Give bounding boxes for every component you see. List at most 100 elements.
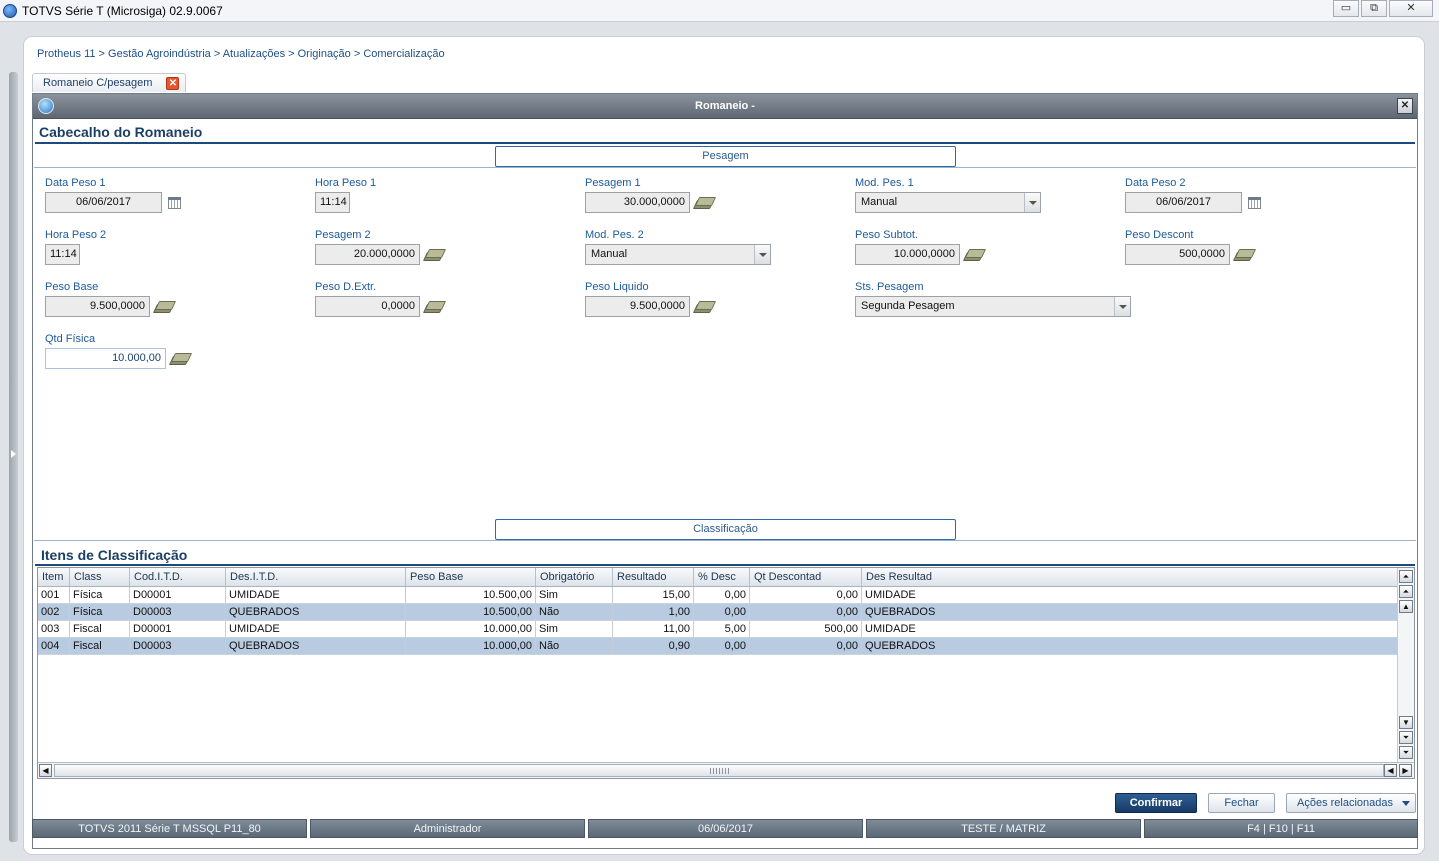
field-qtd-fisica: Qtd Física 10.000,00 — [45, 333, 188, 369]
vertical-scrollbar[interactable]: ⏶ ⏶ ▲ ▼ ⏷ ⏷ — [1397, 568, 1414, 762]
group-tab-pesagem[interactable]: Pesagem — [495, 146, 956, 167]
chevron-down-icon[interactable] — [1024, 193, 1040, 212]
calendar-icon[interactable] — [1248, 196, 1261, 209]
calendar-icon[interactable] — [168, 196, 181, 209]
caret-down-icon — [1402, 801, 1410, 806]
table-row[interactable]: 004 Fiscal D00003 QUEBRADOS 10.000,00 Nã… — [38, 638, 1414, 655]
grid-header: Item Class Cod.I.T.D. Des.I.T.D. Peso Ba… — [38, 568, 1414, 587]
related-actions-label: Ações relacionadas — [1297, 797, 1394, 809]
cell-resultado: 11,00 — [613, 621, 694, 637]
column-header[interactable]: Des.I.T.D. — [226, 568, 406, 586]
money-icon[interactable] — [964, 249, 982, 260]
header-section-title: Cabecalho do Romaneio — [39, 124, 203, 140]
related-actions-button[interactable]: Ações relacionadas — [1286, 793, 1416, 813]
minimize-button[interactable]: ▭ — [1333, 0, 1359, 17]
sts-pesagem-select[interactable]: Segunda Pesagem — [855, 296, 1131, 317]
status-user: Administrador — [310, 819, 585, 838]
column-header[interactable]: Class — [70, 568, 130, 586]
tab-bar: Romaneio C/pesagem ✕ — [32, 73, 187, 92]
scroll-up-button[interactable]: ▲ — [1399, 600, 1413, 613]
column-header[interactable]: Obrigatório — [536, 568, 613, 586]
field-hora-peso-1: Hora Peso 1 11:14 — [315, 177, 376, 213]
horizontal-scrollbar[interactable]: ◀ ◀ ▶ — [38, 762, 1414, 778]
window-title: TOTVS Série T (Microsiga) 02.9.0067 — [22, 3, 223, 18]
hora-peso-2-input[interactable]: 11:14 — [45, 244, 80, 265]
cell-pct-desc: 0,00 — [694, 604, 750, 620]
window-close-button[interactable]: ✕ — [1389, 0, 1433, 17]
confirm-button[interactable]: Confirmar — [1115, 793, 1197, 813]
app-frame: Protheus 11 > Gestão Agroindústria > Atu… — [24, 37, 1424, 854]
field-label: Peso Base — [45, 281, 99, 293]
totvs-logo-icon — [3, 3, 17, 18]
qtd-fisica-input[interactable]: 10.000,00 — [45, 348, 166, 369]
cell-resultado: 1,00 — [613, 604, 694, 620]
money-icon[interactable] — [154, 301, 172, 312]
column-header[interactable]: Cod.I.T.D. — [130, 568, 226, 586]
field-pesagem-2: Pesagem 2 20.000,0000 — [315, 229, 442, 265]
close-tab-icon[interactable]: ✕ — [166, 76, 180, 90]
scroll-right-inner-button[interactable]: ◀ — [1384, 764, 1397, 777]
scroll-down-button[interactable]: ▼ — [1399, 716, 1413, 729]
scroll-thumb[interactable] — [54, 764, 1384, 777]
peso-liquido-input[interactable]: 9.500,0000 — [585, 296, 690, 317]
group-tab-classificacao[interactable]: Classificação — [495, 519, 956, 540]
table-row[interactable]: 003 Fiscal D00001 UMIDADE 10.000,00 Sim … — [38, 621, 1414, 638]
field-label: Peso Descont — [1125, 229, 1194, 241]
cell-obrigatorio: Não — [536, 604, 613, 620]
chevron-down-icon[interactable] — [754, 245, 770, 264]
column-header[interactable]: Peso Base — [406, 568, 536, 586]
mod-pes-2-select[interactable]: Manual — [585, 244, 771, 265]
peso-d-extr-input[interactable]: 0,0000 — [315, 296, 420, 317]
scroll-top-button[interactable]: ⏶ — [1399, 570, 1413, 583]
peso-descont-input[interactable]: 500,0000 — [1125, 244, 1230, 265]
cell-item: 003 — [38, 621, 70, 637]
romaneio-dialog: Romaneio - ✕ Cabecalho do Romaneio Pesag… — [32, 93, 1418, 849]
scroll-left-button[interactable]: ◀ — [39, 764, 52, 777]
scroll-page-up-button[interactable]: ⏶ — [1399, 585, 1413, 598]
money-icon[interactable] — [1234, 249, 1252, 260]
dialog-close-button[interactable]: ✕ — [1397, 98, 1413, 114]
tab-romaneio[interactable]: Romaneio C/pesagem ✕ — [32, 73, 187, 92]
money-icon[interactable] — [424, 301, 442, 312]
money-icon[interactable] — [694, 301, 712, 312]
status-system: TOTVS 2011 Série T MSSQL P11_80 — [32, 819, 307, 838]
close-button[interactable]: Fechar — [1208, 793, 1275, 813]
pesagem-1-input[interactable]: 30.000,0000 — [585, 192, 690, 213]
column-header[interactable]: Resultado — [613, 568, 694, 586]
table-row[interactable]: 002 Física D00003 QUEBRADOS 10.500,00 Nã… — [38, 604, 1414, 621]
data-peso-2-input[interactable]: 06/06/2017 — [1125, 192, 1242, 213]
status-company: TESTE / MATRIZ — [866, 819, 1141, 838]
classification-section-title: Itens de Classificação — [41, 547, 188, 563]
classificacao-divider — [34, 540, 1416, 541]
scroll-page-down-button[interactable]: ⏷ — [1399, 731, 1413, 744]
cell-item: 001 — [38, 587, 70, 603]
breadcrumb[interactable]: Protheus 11 > Gestão Agroindústria > Atu… — [37, 48, 445, 60]
money-icon[interactable] — [424, 249, 442, 260]
data-peso-1-input[interactable]: 06/06/2017 — [45, 192, 162, 213]
money-icon[interactable] — [170, 353, 188, 364]
table-row[interactable]: 001 Física D00001 UMIDADE 10.500,00 Sim … — [38, 587, 1414, 604]
hora-peso-1-input[interactable]: 11:14 — [315, 192, 350, 213]
field-peso-base: Peso Base 9.500,0000 — [45, 281, 172, 317]
pesagem-2-input[interactable]: 20.000,0000 — [315, 244, 420, 265]
column-header[interactable]: % Desc — [694, 568, 750, 586]
peso-base-input[interactable]: 9.500,0000 — [45, 296, 150, 317]
field-data-peso-2: Data Peso 2 06/06/2017 — [1125, 177, 1261, 213]
chevron-right-icon — [11, 450, 16, 458]
peso-subtot-input[interactable]: 10.000,0000 — [855, 244, 960, 265]
column-header[interactable]: Des Resultad — [862, 568, 1398, 586]
cell-pct-desc: 5,00 — [694, 621, 750, 637]
field-label: Peso Liquido — [585, 281, 649, 293]
scroll-right-button[interactable]: ▶ — [1399, 764, 1412, 777]
mod-pes-1-select[interactable]: Manual — [855, 192, 1041, 213]
field-mod-pes-1: Mod. Pes. 1 Manual — [855, 177, 1041, 213]
restore-button[interactable]: ⧉ — [1361, 0, 1387, 17]
column-header[interactable]: Qt Descontad — [750, 568, 862, 586]
scroll-bottom-button[interactable]: ⏷ — [1399, 746, 1413, 759]
field-pesagem-1: Pesagem 1 30.000,0000 — [585, 177, 712, 213]
money-icon[interactable] — [694, 197, 712, 208]
column-header[interactable]: Item — [38, 568, 70, 586]
chevron-down-icon[interactable] — [1114, 297, 1130, 316]
cell-class: Física — [70, 587, 130, 603]
cell-resultado: 15,00 — [613, 587, 694, 603]
